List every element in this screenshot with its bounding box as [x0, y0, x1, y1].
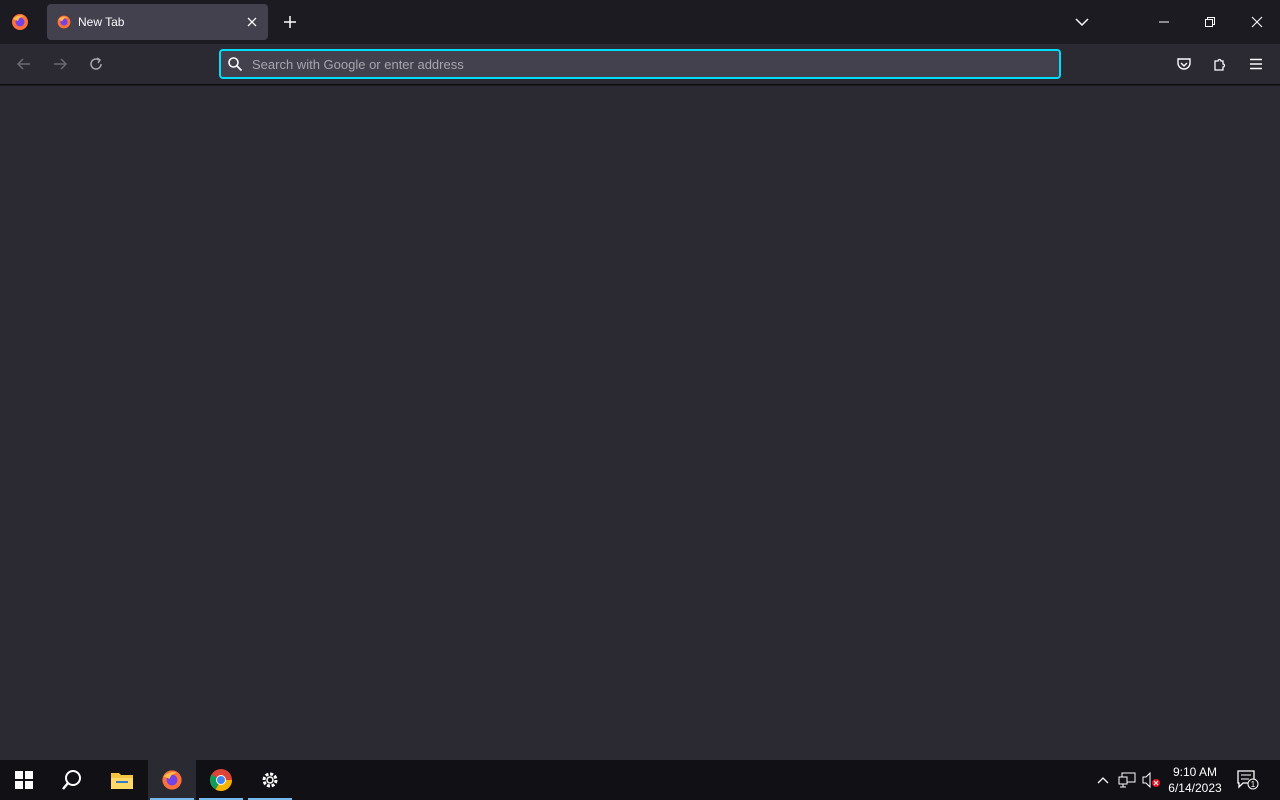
chrome-taskbar-icon[interactable] [197, 760, 245, 800]
title-bar: New Tab [0, 0, 1280, 44]
search-taskbar-icon[interactable] [48, 760, 96, 800]
taskbar: 9:10 AM 6/14/2023 1 [0, 760, 1280, 800]
page-content [0, 86, 1280, 760]
minimize-icon[interactable] [1154, 12, 1174, 32]
pocket-icon[interactable] [1174, 54, 1194, 74]
clock-date: 6/14/2023 [1168, 781, 1222, 795]
notification-count: 1 [1251, 780, 1256, 789]
extensions-puzzle-icon[interactable] [1210, 54, 1230, 74]
volume-muted-icon[interactable] [1141, 770, 1161, 790]
close-window-icon[interactable] [1247, 12, 1267, 32]
hamburger-menu-icon[interactable] [1246, 54, 1266, 74]
clock-time: 9:10 AM [1172, 765, 1218, 779]
search-icon [227, 56, 243, 72]
firefox-favicon-icon [56, 14, 72, 30]
system-clock[interactable]: 9:10 AM 6/14/2023 [1162, 764, 1228, 796]
tab-new-tab[interactable]: New Tab [47, 4, 268, 40]
url-input[interactable] [252, 56, 1059, 72]
forward-arrow-icon[interactable] [50, 54, 70, 74]
tab-title: New Tab [78, 15, 125, 29]
show-hidden-icons-chevron-icon[interactable] [1093, 770, 1113, 790]
new-tab-plus-icon[interactable] [280, 12, 300, 32]
settings-gear-icon[interactable] [246, 760, 294, 800]
firefox-menu-icon[interactable] [10, 12, 30, 32]
notification-center-icon[interactable]: 1 [1236, 768, 1260, 792]
close-tab-icon[interactable] [244, 14, 260, 30]
navigation-toolbar [0, 44, 1280, 85]
restore-icon[interactable] [1200, 12, 1220, 32]
network-icon[interactable] [1117, 770, 1137, 790]
list-all-tabs-chevron-icon[interactable] [1072, 12, 1092, 32]
file-explorer-icon[interactable] [98, 760, 146, 800]
back-arrow-icon[interactable] [14, 54, 34, 74]
url-bar[interactable] [219, 49, 1061, 79]
windows-start-icon[interactable] [0, 760, 48, 800]
reload-icon[interactable] [86, 54, 106, 74]
firefox-taskbar-icon[interactable] [148, 760, 196, 800]
